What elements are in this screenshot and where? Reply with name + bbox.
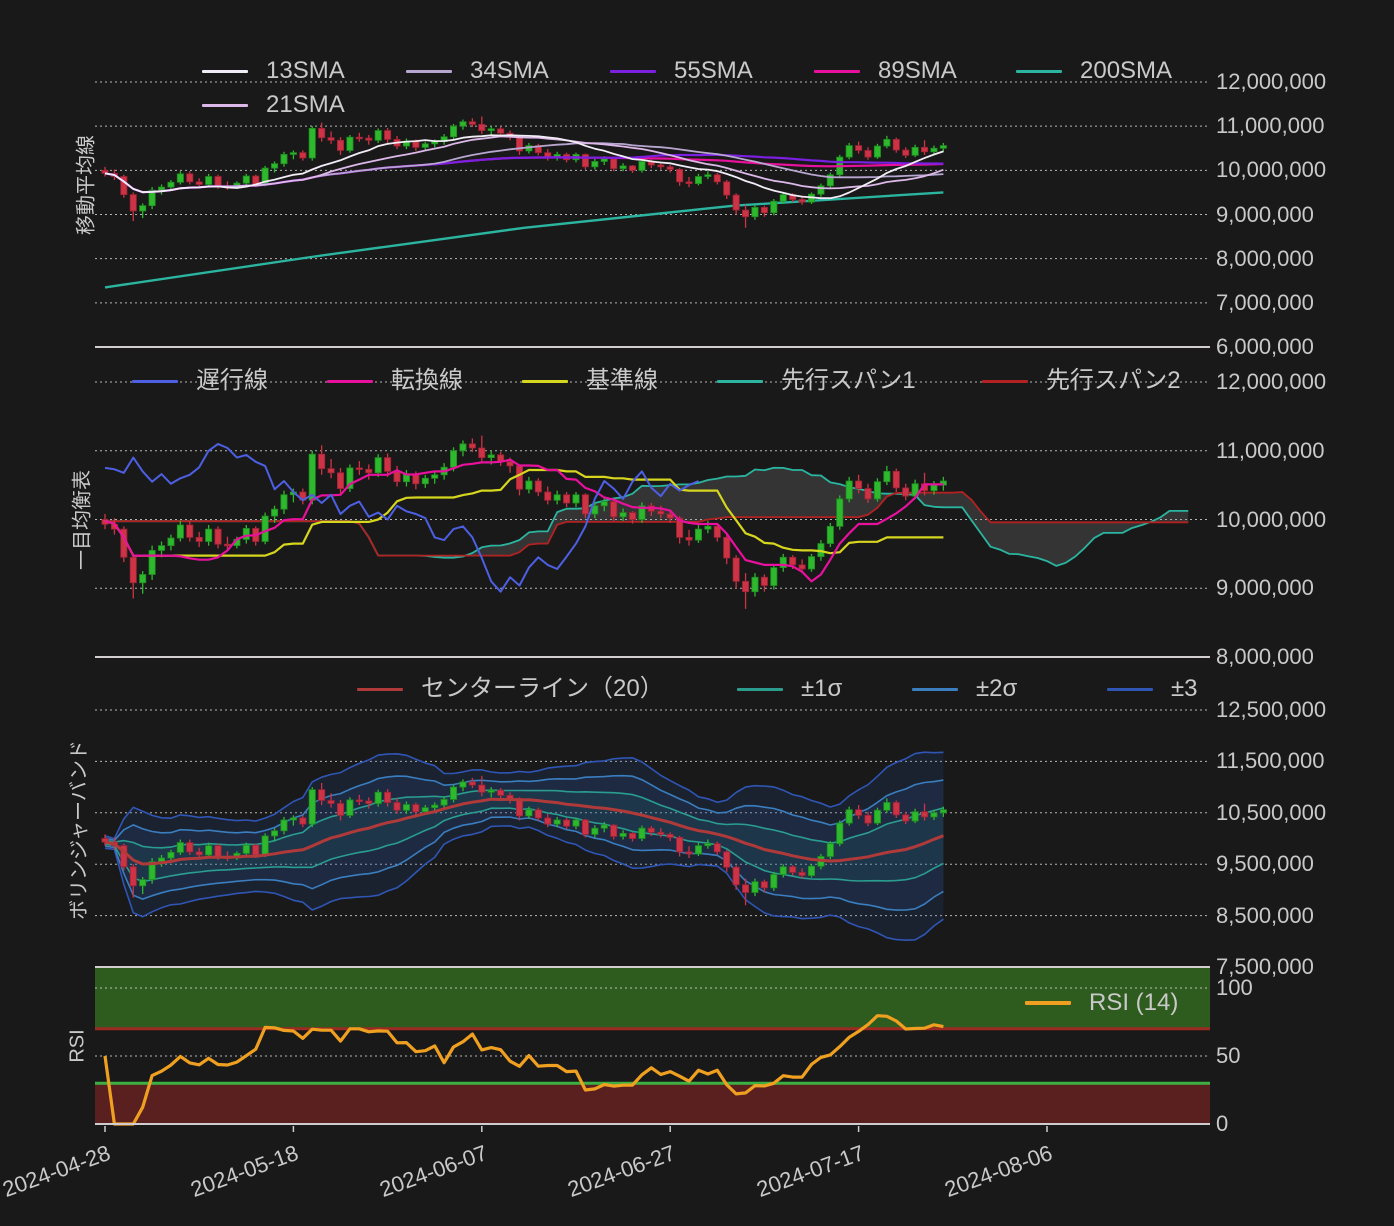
legend-label: 200SMA (1080, 58, 1172, 84)
y-tick-label: 9,000,000 (1216, 575, 1314, 601)
legend-label: 13SMA (266, 58, 345, 84)
legend-item-34sma[interactable]: 34SMA (406, 58, 549, 84)
sigma2-line-swatch-icon (912, 688, 958, 691)
legend-label: ±2σ (976, 676, 1017, 702)
y-tick-label: 11,000,000 (1216, 438, 1324, 464)
legend-item-55sma[interactable]: 55SMA (610, 58, 753, 84)
y-tick-label: 12,000,000 (1216, 369, 1326, 395)
legend-label: 先行スパン2 (1046, 368, 1181, 394)
sigma3-line-swatch-icon (1107, 688, 1153, 691)
panel-title-ichimoku: 一目均衡表 (66, 470, 95, 570)
legend-label: 基準線 (586, 368, 658, 394)
legend-label: センターライン（20） (421, 676, 664, 702)
200sma-line-swatch-icon (1016, 70, 1062, 73)
panel-title-rsi: RSI (67, 1029, 90, 1062)
legend-label: 89SMA (878, 58, 957, 84)
y-tick-label: 9,500,000 (1216, 851, 1314, 877)
legend-label: 34SMA (470, 58, 549, 84)
legend-item-200sma[interactable]: 200SMA (1016, 58, 1172, 84)
tenkan-line-swatch-icon (327, 380, 373, 383)
legend-label: 遅行線 (196, 368, 268, 394)
y-tick-label: 11,500,000 (1216, 748, 1324, 774)
y-tick-label: 8,000,000 (1216, 246, 1314, 272)
legend-item-kijun[interactable]: 基準線 (522, 368, 658, 394)
panel-title-moving-averages: 移動平均線 (70, 135, 99, 235)
legend-item-senkou-b[interactable]: 先行スパン2 (982, 368, 1181, 394)
y-tick-label: 10,000,000 (1216, 157, 1326, 183)
y-tick-label: 12,500,000 (1216, 697, 1326, 723)
34sma-line-swatch-icon (406, 70, 452, 73)
y-tick-label: 11,000,000 (1216, 113, 1324, 139)
13sma-line-swatch-icon (202, 70, 248, 73)
y-tick-label: 10,500,000 (1216, 800, 1326, 826)
legend-item-tenkan[interactable]: 転換線 (327, 368, 463, 394)
89sma-line-swatch-icon (814, 70, 860, 73)
legend-item-21sma[interactable]: 21SMA (202, 92, 345, 118)
y-tick-label: 8,000,000 (1216, 644, 1314, 670)
rsi-line-swatch-icon (1025, 1001, 1071, 1005)
legend-item-sigma1[interactable]: ±1σ (737, 676, 842, 702)
y-tick-label: 6,000,000 (1216, 334, 1314, 360)
chikou-line-swatch-icon (132, 380, 178, 383)
legend-label: ±3 (1171, 676, 1198, 702)
legend-label: ±1σ (801, 676, 842, 702)
legend-label: 21SMA (266, 92, 345, 118)
sigma1-line-swatch-icon (737, 688, 783, 691)
legend-item-senkou-a[interactable]: 先行スパン1 (717, 368, 916, 394)
legend-label: 先行スパン1 (781, 368, 916, 394)
legend-item-89sma[interactable]: 89SMA (814, 58, 957, 84)
legend-item-rsi[interactable]: RSI (14) (1025, 990, 1178, 1016)
y-tick-label: 0 (1216, 1111, 1228, 1137)
centerline-swatch-icon (357, 688, 403, 691)
panel-title-bollinger: ボリンジャーバンド (63, 740, 92, 920)
y-tick-label: 10,000,000 (1216, 507, 1326, 533)
21sma-line-swatch-icon (202, 104, 248, 107)
y-tick-label: 9,000,000 (1216, 202, 1314, 228)
senkou-b-line-swatch-icon (982, 380, 1028, 383)
legend-label: RSI (14) (1089, 990, 1178, 1016)
kijun-line-swatch-icon (522, 380, 568, 383)
55sma-line-swatch-icon (610, 70, 656, 73)
legend-item-chikou[interactable]: 遅行線 (132, 368, 268, 394)
legend-item-13sma[interactable]: 13SMA (202, 58, 345, 84)
y-tick-label: 7,000,000 (1216, 290, 1314, 316)
chart-canvas (0, 0, 1394, 1226)
legend-item-sigma3[interactable]: ±3 (1107, 676, 1198, 702)
legend-item-centerline[interactable]: センターライン（20） (357, 676, 664, 702)
y-tick-label: 12,000,000 (1216, 69, 1326, 95)
legend-item-sigma2[interactable]: ±2σ (912, 676, 1017, 702)
legend-label: 転換線 (391, 368, 463, 394)
y-tick-label: 100 (1216, 975, 1253, 1001)
senkou-a-line-swatch-icon (717, 380, 763, 383)
y-tick-label: 8,500,000 (1216, 903, 1314, 929)
y-tick-label: 50 (1216, 1043, 1240, 1069)
chart-page: 移動平均線 一目均衡表 ボリンジャーバンド RSI 13SMA 34SMA 55… (0, 0, 1394, 1226)
legend-label: 55SMA (674, 58, 753, 84)
